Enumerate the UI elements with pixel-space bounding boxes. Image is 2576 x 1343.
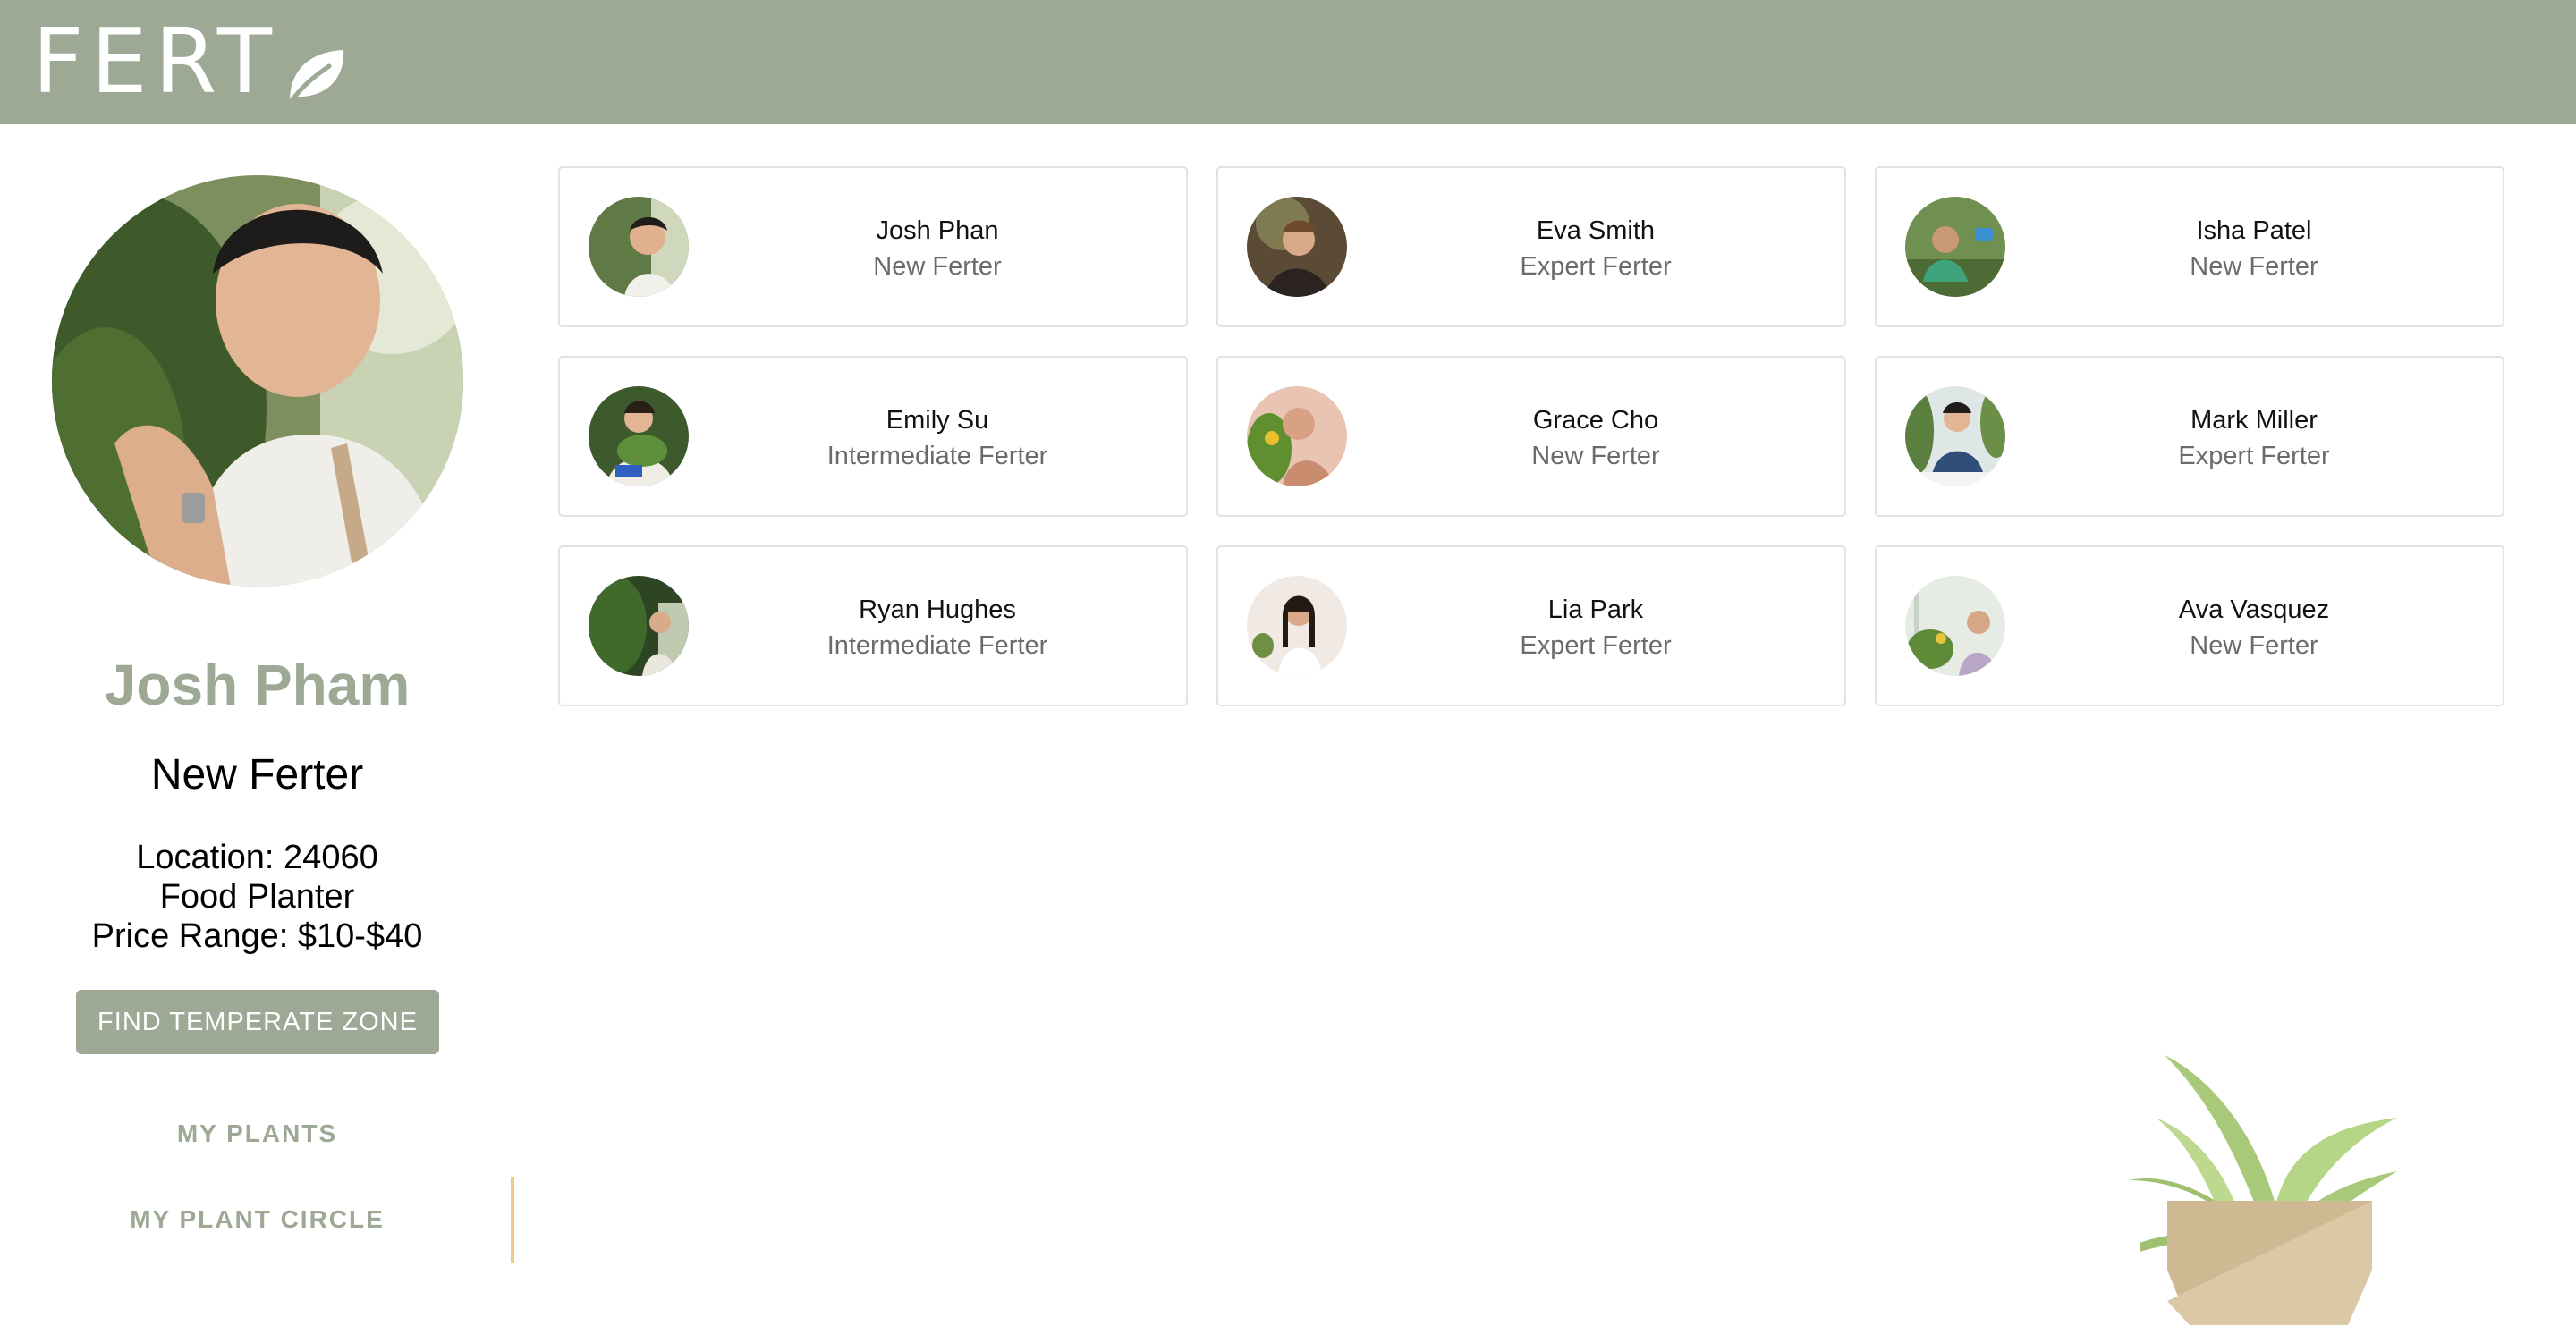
- find-temperate-zone-button[interactable]: FIND TEMPERATE ZONE: [76, 990, 439, 1054]
- member-level: New Ferter: [873, 252, 1002, 281]
- profile-location: Location: 24060: [136, 839, 378, 876]
- member-name: Mark Miller: [2190, 406, 2318, 435]
- member-avatar: [589, 576, 689, 676]
- member-card[interactable]: Emily Su Intermediate Ferter: [558, 356, 1188, 517]
- member-level: Expert Ferter: [1520, 631, 1672, 660]
- member-avatar: [1905, 197, 2005, 297]
- member-name: Ryan Hughes: [859, 595, 1016, 624]
- member-avatar: [1905, 386, 2005, 486]
- profile-level: New Ferter: [150, 751, 364, 798]
- member-name: Lia Park: [1547, 595, 1644, 624]
- member-card[interactable]: Eva Smith Expert Ferter: [1216, 166, 1846, 327]
- profile-planter-type: Food Planter: [159, 878, 355, 916]
- member-avatar: [1905, 576, 2005, 676]
- member-card[interactable]: Ryan Hughes Intermediate Ferter: [558, 545, 1188, 706]
- member-card[interactable]: Josh Phan New Ferter: [558, 166, 1188, 327]
- member-card[interactable]: Lia Park Expert Ferter: [1216, 545, 1846, 706]
- member-avatar: [1247, 576, 1347, 676]
- nav-my-plant-circle[interactable]: MY PLANT CIRCLE: [0, 1205, 514, 1234]
- profile-avatar: [52, 175, 463, 587]
- potted-plant-illustration: [2129, 1055, 2397, 1325]
- fert-logo[interactable]: FERT: [32, 13, 347, 111]
- member-card[interactable]: Grace Cho New Ferter: [1216, 356, 1846, 517]
- nav-my-plants[interactable]: MY PLANTS: [0, 1119, 514, 1148]
- logo-text: FERT: [32, 9, 279, 114]
- member-name: Eva Smith: [1536, 216, 1656, 245]
- member-name: Emily Su: [886, 406, 989, 435]
- member-avatar: [589, 386, 689, 486]
- member-level: Intermediate Ferter: [826, 631, 1048, 660]
- app-header: FERT: [0, 0, 2576, 124]
- profile-sidebar: Josh Pham New Ferter Location: 24060 Foo…: [0, 124, 514, 1343]
- member-level: New Ferter: [1531, 442, 1660, 470]
- member-name: Grace Cho: [1532, 406, 1659, 435]
- member-avatar: [1247, 197, 1347, 297]
- member-name: Josh Phan: [876, 216, 999, 245]
- leaf-icon: [285, 50, 344, 107]
- member-level: New Ferter: [2190, 631, 2318, 660]
- member-level: Expert Ferter: [2178, 442, 2330, 470]
- member-name: Ava Vasquez: [2178, 595, 2330, 624]
- profile-price-range: Price Range: $10-$40: [91, 917, 423, 955]
- member-level: Intermediate Ferter: [826, 442, 1048, 470]
- profile-name: Josh Pham: [104, 653, 411, 717]
- member-card[interactable]: Ava Vasquez New Ferter: [1875, 545, 2504, 706]
- member-level: New Ferter: [2190, 252, 2318, 281]
- member-avatar: [1247, 386, 1347, 486]
- member-card[interactable]: Isha Patel New Ferter: [1875, 166, 2504, 327]
- profile-details: Location: 24060 Food Planter Price Range…: [0, 838, 514, 956]
- member-avatar: [589, 197, 689, 297]
- active-nav-indicator: [511, 1177, 514, 1263]
- member-card[interactable]: Mark Miller Expert Ferter: [1875, 356, 2504, 517]
- member-level: Expert Ferter: [1520, 252, 1672, 281]
- member-name: Isha Patel: [2196, 216, 2312, 245]
